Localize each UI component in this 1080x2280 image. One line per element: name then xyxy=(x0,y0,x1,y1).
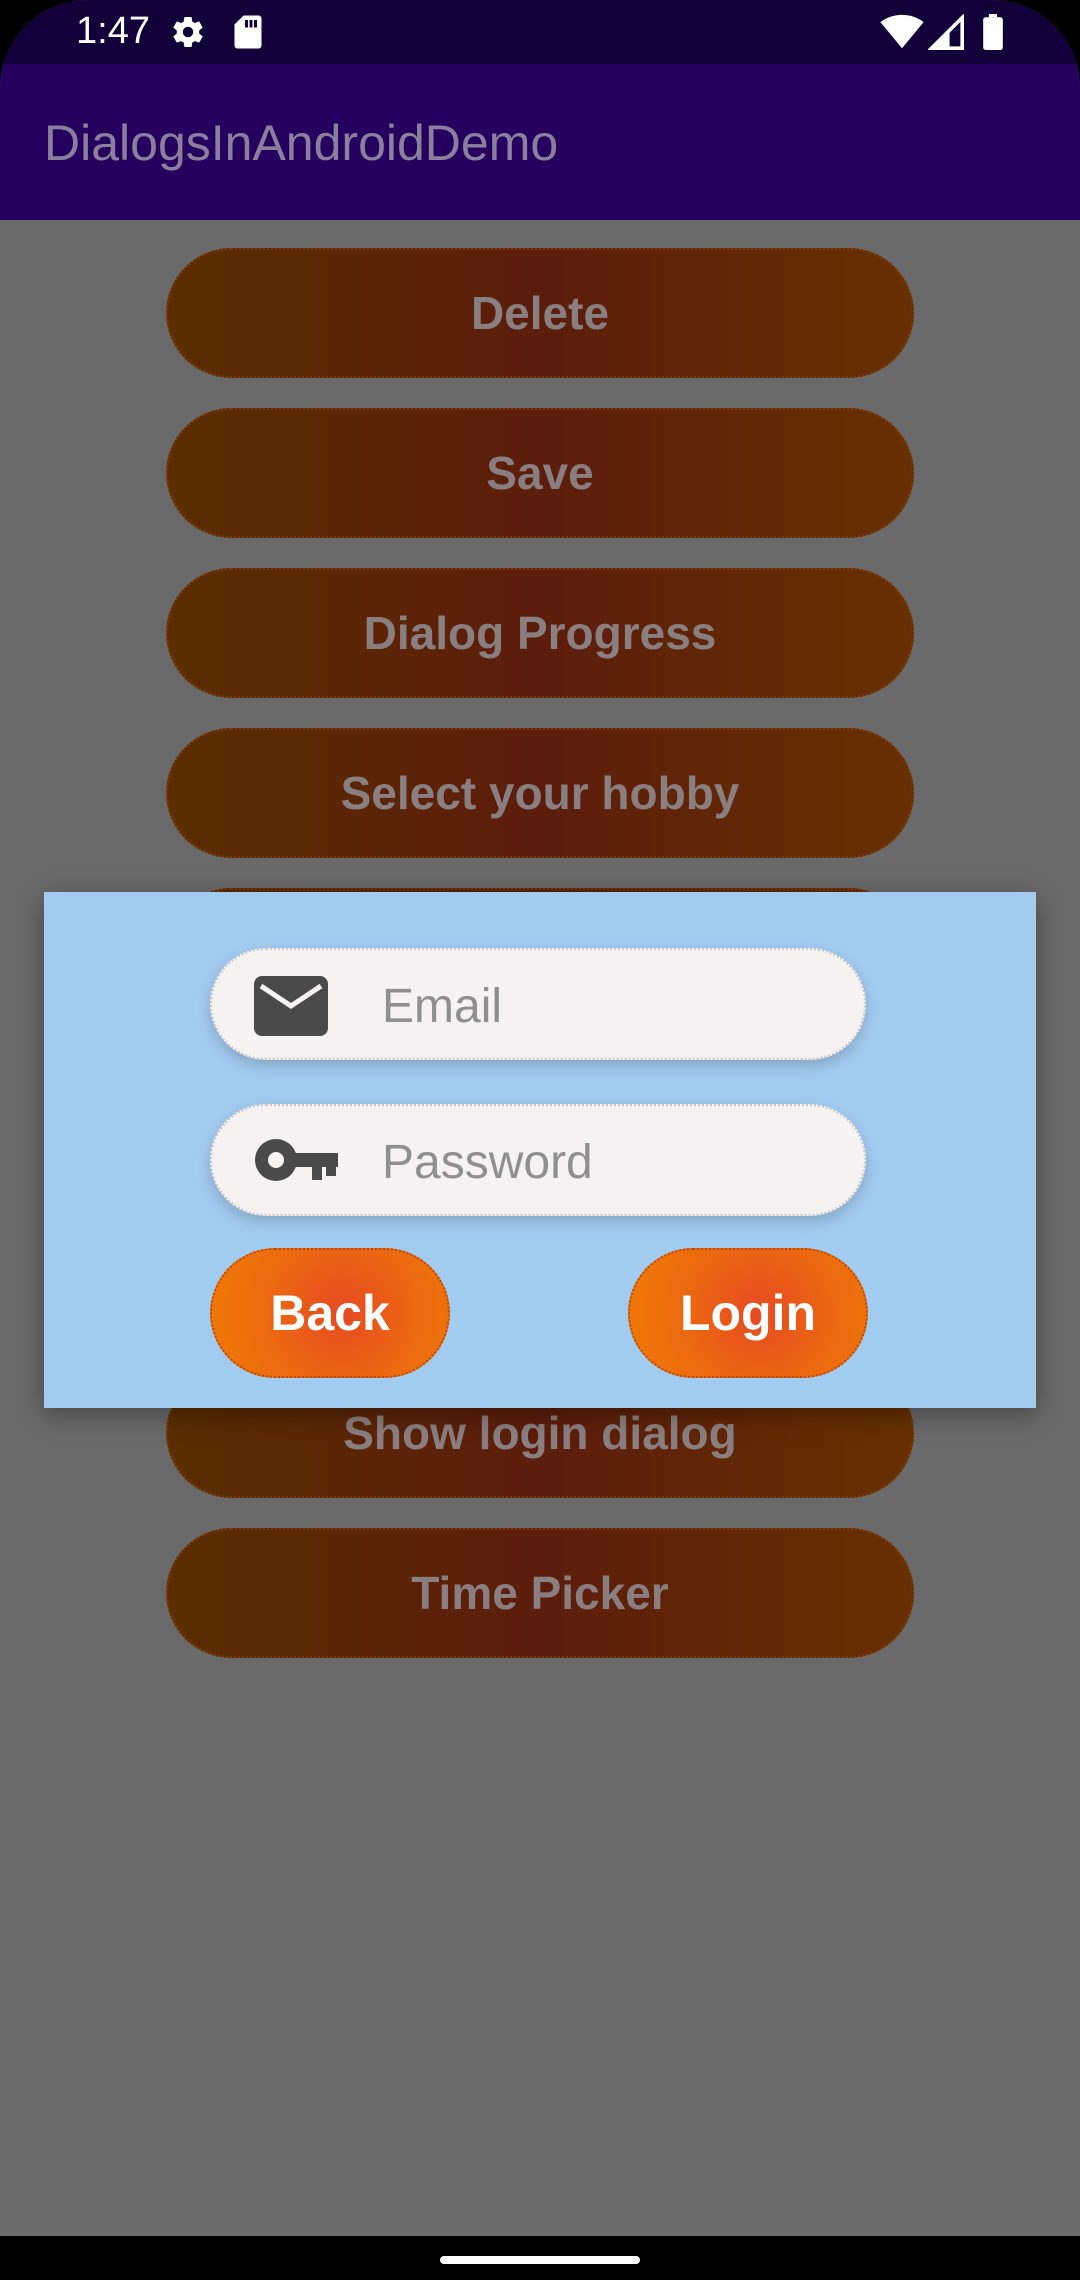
login-dialog: Back Login xyxy=(44,892,1036,1408)
status-time: 1:47 xyxy=(76,10,150,52)
time-picker-button[interactable]: Time Picker xyxy=(166,1528,914,1658)
email-field-container[interactable] xyxy=(210,948,866,1060)
status-bar: 1:47 xyxy=(0,0,1080,64)
signal-icon xyxy=(927,13,964,55)
login-button[interactable]: Login xyxy=(628,1248,868,1378)
key-icon xyxy=(254,1136,338,1193)
screen: 1:47 DialogsInAndroidDemo Delete Save Di… xyxy=(0,0,1080,2280)
password-field-container[interactable] xyxy=(210,1104,866,1216)
delete-button[interactable]: Delete xyxy=(166,248,914,378)
wifi-icon xyxy=(880,14,924,55)
navigation-bar xyxy=(0,2236,1080,2280)
app-bar: DialogsInAndroidDemo xyxy=(0,64,1080,220)
gear-icon xyxy=(170,14,206,55)
email-input[interactable] xyxy=(382,972,842,1040)
select-hobby-button[interactable]: Select your hobby xyxy=(166,728,914,858)
battery-icon xyxy=(982,14,1004,55)
home-gesture-handle[interactable] xyxy=(440,2256,640,2264)
app-title: DialogsInAndroidDemo xyxy=(44,115,559,171)
mail-icon xyxy=(254,976,328,1041)
dialog-progress-button[interactable]: Dialog Progress xyxy=(166,568,914,698)
save-button[interactable]: Save xyxy=(166,408,914,538)
password-input[interactable] xyxy=(382,1128,842,1196)
back-button[interactable]: Back xyxy=(210,1248,450,1378)
sd-card-icon xyxy=(232,14,264,55)
